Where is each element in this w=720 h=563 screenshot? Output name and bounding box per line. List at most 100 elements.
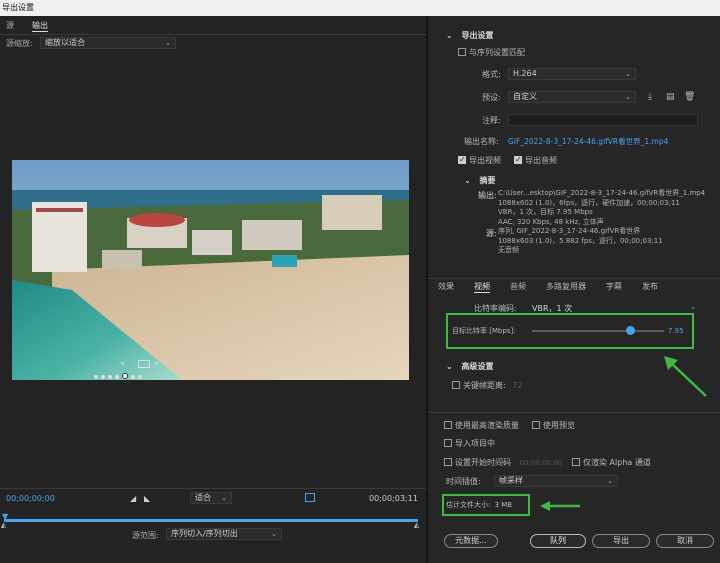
tab-output[interactable]: 输出 (32, 20, 48, 32)
summary-output-line: C:\User...esktop\GIF_2022-8-3_17-24-46.g… (498, 189, 706, 197)
save-preset-icon[interactable]: ⤓ (648, 92, 652, 102)
interpolation-label: 时间插值: (446, 477, 481, 486)
playhead-icon[interactable]: ▼ (2, 512, 8, 521)
max-quality-checkbox[interactable]: 使用最高渲染质量 (444, 420, 519, 432)
tab-video[interactable]: 视频 (474, 281, 490, 293)
chevron-down-icon: ⌄ (221, 494, 227, 502)
carousel-next-icon[interactable]: » (154, 359, 160, 369)
summary-output-line: VBR，1 次，目标 7.95 Mbps (498, 208, 593, 216)
chevron-down-icon: ⌄ (607, 477, 613, 485)
start-timecode-checkbox[interactable]: 设置开始时间码 00;00;00;00 (444, 457, 562, 469)
range-value: 序列切入/序列切出 (171, 529, 238, 538)
mark-in-icon[interactable]: ◢ (130, 494, 136, 503)
keyframe-value: 72 (512, 381, 523, 390)
preset-value: 自定义 (513, 92, 537, 101)
advanced-settings-title: 高级设置 (461, 362, 494, 371)
queue-button[interactable]: 队列 (530, 534, 586, 548)
export-audio-checkbox[interactable]: 导出音频 (514, 154, 557, 167)
export-video-checkbox[interactable]: 导出视频 (458, 154, 501, 167)
file-size-label: 估计文件大小: (446, 501, 491, 509)
export-button[interactable]: 导出 (592, 534, 650, 548)
summary-section[interactable]: ⌄ 摘要 (464, 175, 496, 186)
mark-out-icon[interactable]: ◣ (144, 494, 150, 503)
checkbox-icon (458, 154, 466, 166)
start-timecode-value: 00;00;00;00 (519, 459, 563, 467)
out-point-handle[interactable]: ◭ (414, 521, 419, 529)
interpolation-value: 帧采样 (499, 476, 523, 485)
summary-source-block: 序列, GIF_2022-8-3_17-24-46.gifVR看世界 1088x… (498, 227, 663, 256)
export-video-label: 导出视频 (469, 156, 501, 165)
timeline-bar[interactable] (4, 519, 418, 522)
tab-audio[interactable]: 音频 (510, 281, 526, 293)
chevron-down-icon: ⌄ (165, 39, 171, 47)
checkbox-icon (458, 47, 466, 56)
source-scale-dropdown[interactable]: 缩放以适合 ⌄ (40, 37, 176, 49)
range-dropdown[interactable]: 序列切入/序列切出 ⌄ (166, 528, 282, 540)
tab-publish[interactable]: 发布 (642, 281, 658, 293)
target-bitrate-slider[interactable] (532, 330, 664, 332)
import-project-checkbox[interactable]: 导入项目中 (444, 438, 495, 450)
timeline-divider (0, 488, 426, 489)
alpha-only-label: 仅渲染 Alpha 通道 (583, 458, 651, 467)
tab-effects[interactable]: 效果 (438, 281, 454, 293)
carousel-prev-icon[interactable]: « (120, 359, 126, 369)
settings-panel: ⌄ 导出设置 与序列设置匹配 格式: H.264 ⌄ 预设: 自定义 ⌄ ⤓ ▤… (426, 16, 720, 563)
lower-divider (428, 412, 720, 413)
window-title: 导出设置 (2, 3, 34, 12)
carousel-dot[interactable] (122, 373, 128, 379)
keyframe-checkbox[interactable]: 关键帧距离: 72 (452, 380, 522, 392)
preset-dropdown[interactable]: 自定义 ⌄ (508, 91, 636, 103)
carousel-dot[interactable] (108, 375, 112, 379)
import-preset-icon[interactable]: ▤ (666, 92, 675, 102)
match-sequence-checkbox[interactable]: 与序列设置匹配 (458, 47, 525, 59)
checkbox-icon (572, 457, 580, 466)
tab-captions[interactable]: 字幕 (606, 281, 622, 293)
summary-output-label: 输出: (478, 191, 497, 200)
output-name-label: 输出名称: (464, 137, 499, 146)
start-timecode-label: 设置开始时间码 (455, 458, 511, 467)
export-settings-section[interactable]: ⌄ 导出设置 (446, 30, 494, 41)
carousel-dot[interactable] (138, 375, 142, 379)
checkbox-icon (444, 420, 452, 429)
checkbox-icon (444, 457, 452, 466)
format-value: H.264 (513, 69, 537, 78)
checkbox-icon (452, 380, 460, 389)
carousel-dot[interactable] (131, 375, 135, 379)
summary-output-line: AAC, 320 Kbps, 48 kHz, 立体声 (498, 217, 604, 226)
preset-label: 预设: (482, 93, 501, 102)
summary-title: 摘要 (479, 176, 496, 185)
aspect-ratio-icon[interactable] (305, 493, 315, 502)
format-dropdown[interactable]: H.264 ⌄ (508, 68, 636, 80)
summary-source-line: 序列, GIF_2022-8-3_17-24-46.gifVR看世界 (498, 227, 641, 235)
trash-icon[interactable]: 🗑 (684, 92, 695, 102)
carousel-dot[interactable] (115, 375, 119, 379)
checkbox-icon (532, 420, 540, 429)
window-titlebar: 导出设置 (0, 0, 720, 16)
annotation-arrow-icon (540, 501, 580, 511)
fit-dropdown[interactable]: 适合 ⌄ (190, 492, 232, 504)
carousel-dot[interactable] (101, 375, 105, 379)
timecode-start[interactable]: 00;00;00;00 (6, 494, 55, 503)
tab-multiplexer[interactable]: 多路复用器 (546, 281, 586, 293)
carousel-dot[interactable] (94, 375, 98, 379)
target-bitrate-value[interactable]: 7.95 (668, 325, 684, 337)
metadata-button[interactable]: 元数据... (444, 534, 498, 548)
source-scale-value: 缩放以适合 (45, 38, 85, 47)
interpolation-dropdown[interactable]: 帧采样 ⌄ (494, 475, 618, 487)
file-size-row: 估计文件大小: 3 MB (446, 499, 512, 511)
alpha-only-checkbox[interactable]: 仅渲染 Alpha 通道 (572, 457, 651, 469)
cancel-button[interactable]: 取消 (656, 534, 714, 548)
comment-input[interactable] (508, 114, 698, 126)
in-point-handle[interactable]: ◭ (1, 521, 6, 529)
summary-source-line: 1088x603 (1.0)，5.882 fps，逐行，00;00;03;11 (498, 236, 663, 245)
carousel-dots (94, 372, 145, 379)
output-name-link[interactable]: GIF_2022-8-3_17-24-46.gifVR看世界_1.mp4 (508, 136, 668, 148)
advanced-settings-section[interactable]: ⌄ 高级设置 (446, 361, 494, 372)
tab-source[interactable]: 源 (6, 20, 14, 32)
collapse-arrow-icon: ⌄ (446, 362, 453, 371)
slider-handle[interactable] (625, 326, 635, 335)
use-preview-checkbox[interactable]: 使用预览 (532, 420, 575, 432)
collapse-arrow-icon: ⌄ (464, 176, 471, 185)
chevron-down-icon[interactable]: ⌄ (690, 303, 696, 311)
summary-source-line: 无音频 (498, 246, 519, 254)
